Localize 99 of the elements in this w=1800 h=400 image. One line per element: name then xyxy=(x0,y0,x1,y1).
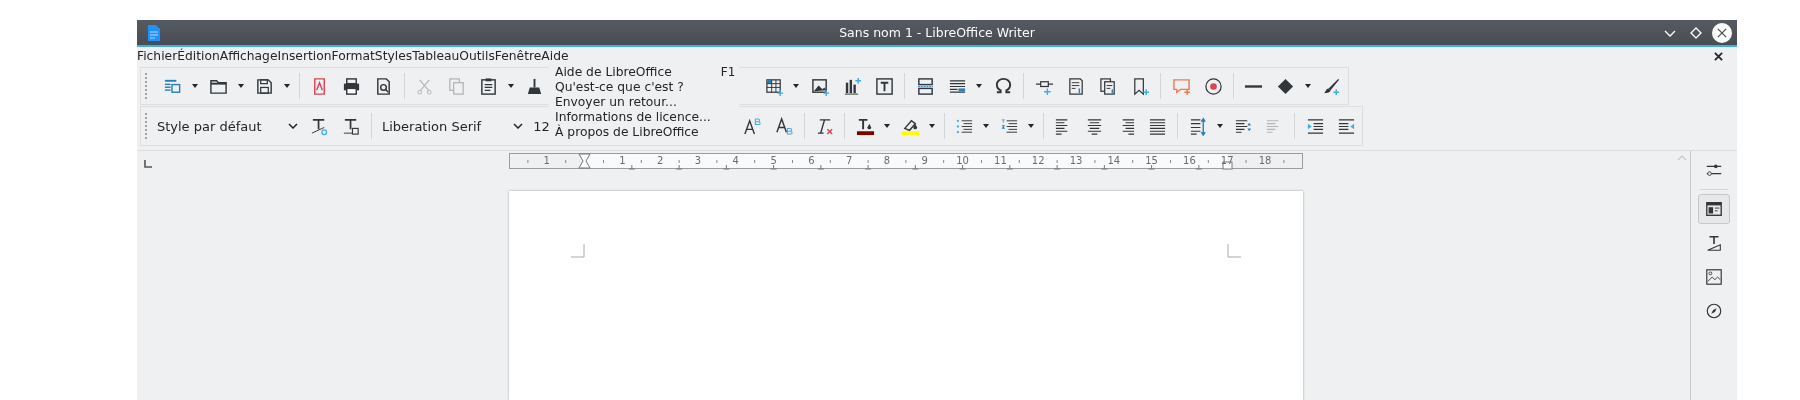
close-icon xyxy=(1717,27,1727,38)
close-button[interactable] xyxy=(1712,22,1732,43)
ruler-number: 3 xyxy=(694,155,701,166)
text-boundary-mark xyxy=(570,244,585,258)
insert-table-icon xyxy=(764,76,784,96)
caret-icon xyxy=(507,84,514,88)
caret-icon xyxy=(982,124,989,128)
ruler-number: 14 xyxy=(1106,155,1120,166)
track-changes-icon xyxy=(1203,76,1223,96)
subscript-icon xyxy=(774,116,794,136)
menu-entry-label: À propos de LibreOffice xyxy=(555,124,699,139)
caret-icon xyxy=(237,84,244,88)
window-title: Sans nom 1 - LibreOffice Writer xyxy=(838,25,1036,40)
update-style-icon xyxy=(310,116,330,136)
menu-item[interactable]: Tableau xyxy=(412,49,460,63)
text-boundary-mark xyxy=(1226,244,1241,258)
font-color-icon xyxy=(855,116,875,136)
ruler-number: 5 xyxy=(769,155,777,166)
superscript-icon xyxy=(743,116,763,136)
decrease-indent-icon xyxy=(1336,116,1356,136)
caret-icon xyxy=(1304,84,1311,88)
tab-stop-icon xyxy=(144,160,152,168)
font-size-field[interactable]: 12 xyxy=(533,118,551,134)
close-icon xyxy=(1714,51,1723,61)
ruler-number: 6 xyxy=(807,155,815,166)
footnote-icon xyxy=(1066,76,1086,96)
document-icon xyxy=(147,23,161,42)
caret-icon xyxy=(283,84,290,88)
endnote-icon xyxy=(1098,76,1118,96)
menu-entry-label: Aide de LibreOffice xyxy=(555,64,672,79)
gallery-icon xyxy=(1705,268,1723,286)
ruler-number: 11 xyxy=(993,155,1007,166)
ruler-number: 7 xyxy=(845,155,852,166)
line-spacing-icon xyxy=(1188,116,1208,136)
menu-entry[interactable]: À propos de LibreOffice xyxy=(555,124,735,139)
menu-item[interactable]: Outils xyxy=(459,49,495,63)
caret-icon xyxy=(191,84,198,88)
menu-entry-label: Envoyer un retour... xyxy=(555,94,677,109)
close-document-button[interactable] xyxy=(1712,49,1725,63)
increase-indent-icon xyxy=(1305,116,1325,136)
ruler-number: 1 xyxy=(543,155,550,166)
menu-entry[interactable]: Envoyer un retour... xyxy=(555,94,735,109)
insert-chart-icon xyxy=(842,76,862,96)
caret-icon xyxy=(793,84,800,88)
navigator-icon xyxy=(1705,302,1723,320)
caret-icon xyxy=(1028,124,1035,128)
chevron-down-icon xyxy=(288,123,299,129)
menu-item[interactable]: Fenêtre xyxy=(494,49,542,63)
ruler-number: 10 xyxy=(955,155,969,166)
insert-image-icon xyxy=(810,76,830,96)
ruler-number: 1 xyxy=(618,155,626,166)
paste-icon xyxy=(479,76,499,96)
paragraph-style-combo[interactable]: Style par défaut xyxy=(156,112,305,140)
menu-item[interactable]: Styles xyxy=(374,49,413,63)
menu-item[interactable]: Affichage xyxy=(219,49,278,63)
ruler-number: 12 xyxy=(1031,155,1045,166)
ruler-number: 16 xyxy=(1182,155,1196,166)
draw-icon xyxy=(1322,76,1342,96)
ruler-number: 8 xyxy=(883,155,890,166)
ruler-number: 17 xyxy=(1220,155,1234,166)
new-style-icon xyxy=(341,116,361,136)
justify-icon xyxy=(1148,116,1168,136)
ruler-number: 9 xyxy=(921,155,928,166)
menu-item[interactable]: Format xyxy=(331,49,375,63)
save-icon xyxy=(255,76,275,96)
copy-icon xyxy=(447,76,467,96)
caret-icon xyxy=(883,124,890,128)
clear-formatting-icon xyxy=(815,116,835,136)
menu-entry-label: Qu'est-ce que c'est ? xyxy=(555,79,684,94)
ruler-number: 2 xyxy=(656,155,663,166)
menu-item[interactable]: Fichier xyxy=(137,49,178,63)
chevron-up-icon xyxy=(1677,155,1687,161)
menu-entry[interactable]: Aide de LibreOffice F1 xyxy=(555,64,735,79)
numbered-list-icon xyxy=(999,116,1019,136)
shape-icon xyxy=(1276,76,1296,96)
ruler-number: 18 xyxy=(1258,155,1271,166)
caret-icon xyxy=(928,124,935,128)
diamond-icon xyxy=(1690,26,1702,39)
comment-icon xyxy=(1171,76,1191,96)
menu-item[interactable]: Édition xyxy=(177,49,220,63)
caret-icon xyxy=(976,84,983,88)
styles-icon xyxy=(1705,234,1723,252)
ruler-number: 13 xyxy=(1069,155,1082,166)
caret-icon xyxy=(1216,124,1223,128)
menu-item[interactable]: Aide xyxy=(541,49,569,63)
properties-tab[interactable] xyxy=(1698,194,1730,224)
chevron-down-icon xyxy=(513,123,524,129)
page-break-icon xyxy=(915,76,935,96)
properties-icon xyxy=(1705,200,1723,218)
insert-text-box-icon xyxy=(874,76,894,96)
font-name-combo[interactable]: Liberation Serif xyxy=(381,112,530,140)
menu-entry[interactable]: Qu'est-ce que c'est ? xyxy=(555,79,735,94)
ruler-number: 4 xyxy=(732,155,739,166)
line-icon xyxy=(1244,84,1264,88)
print-icon xyxy=(342,76,362,96)
ruler-number: 15 xyxy=(1144,155,1158,166)
shortcut-label: F1 xyxy=(720,64,735,79)
special-character-icon xyxy=(993,76,1013,96)
menu-item[interactable]: Insertion xyxy=(277,49,332,63)
